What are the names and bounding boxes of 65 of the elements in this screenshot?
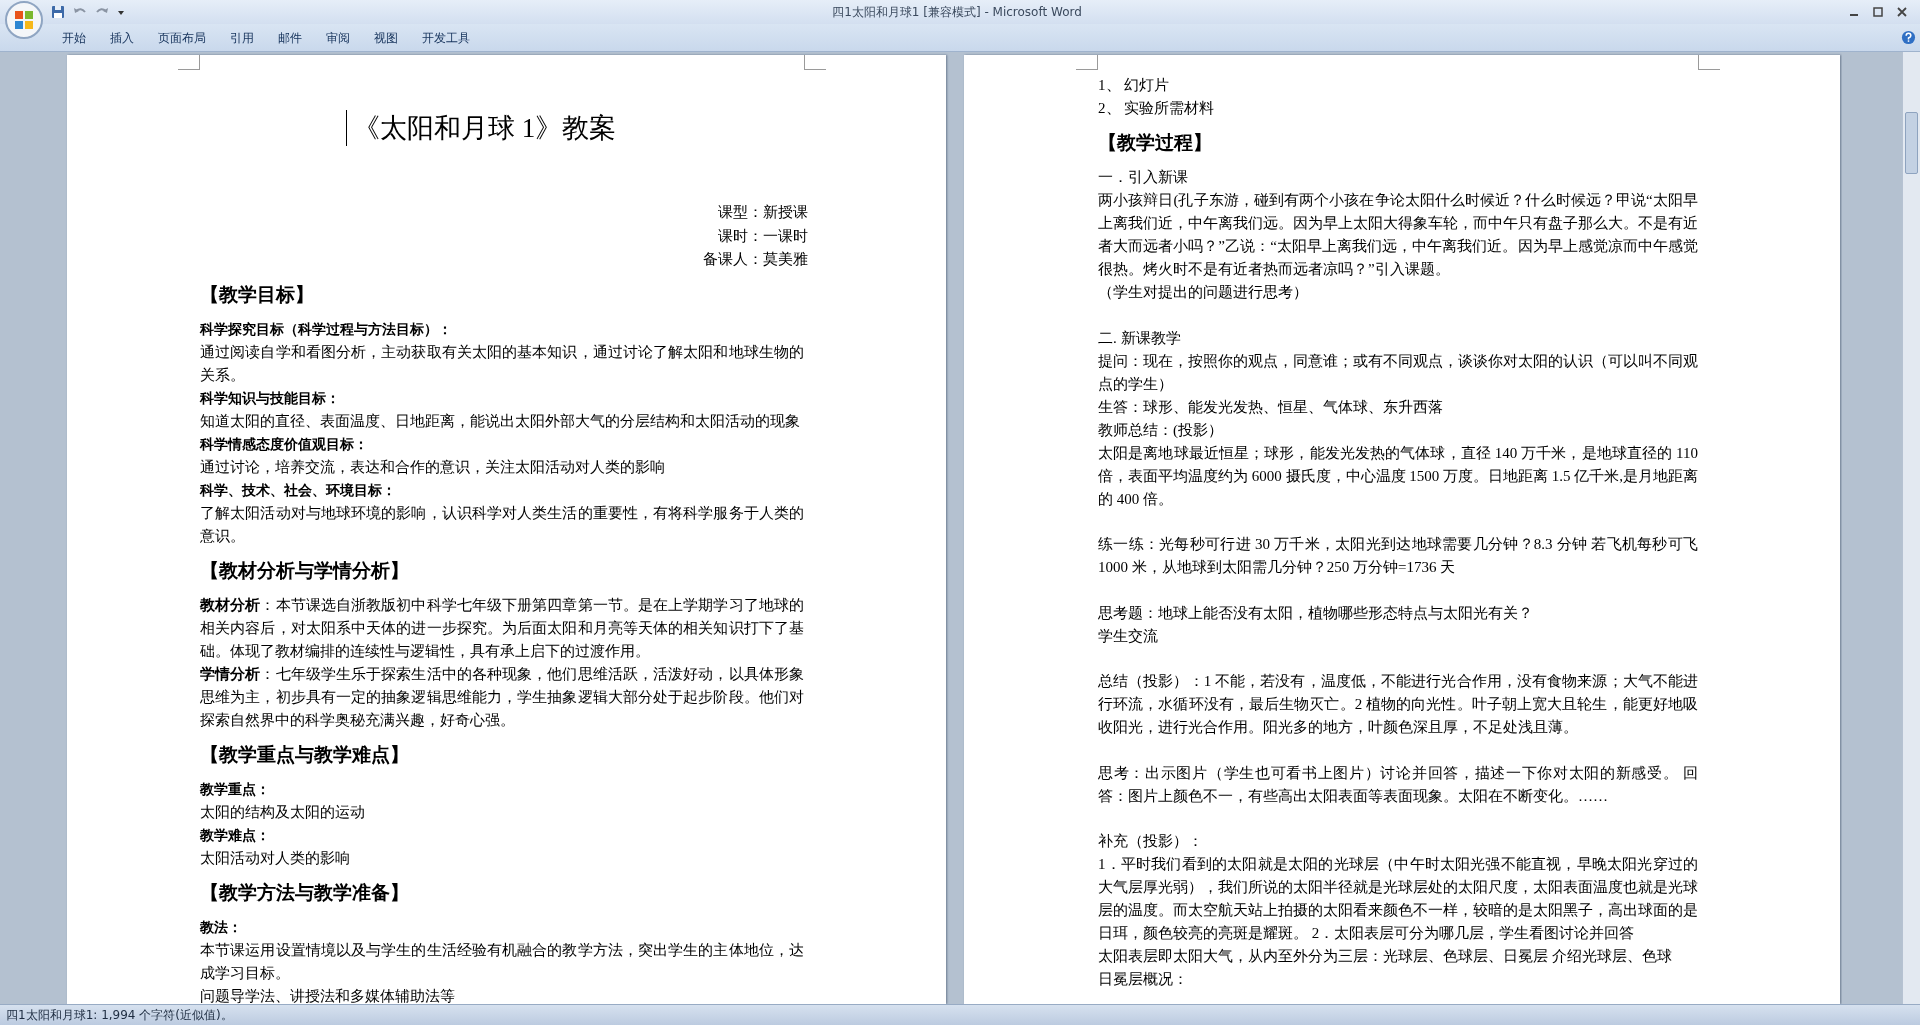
paragraph: 问题导学法、讲授法和多媒体辅助法等: [200, 986, 456, 1004]
paragraph: 两小孩辩日(孔子东游，碰到有两个小孩在争论太阳什么时候近？什么时候远？甲说“太阳早上离我们近，中午离我们远。因为早上太阳大得象车轮，而中午只有盘子那么大。不是有近者大而远者小吗？”乙说：“太阳早上离我们远，中午离我们近。因为早上感觉凉而中午感觉很热。烤火时不是有近者热而远者凉吗？”引入课题。: [1098, 191, 1698, 279]
crop-mark: [1076, 55, 1098, 70]
help-icon[interactable]: [1901, 30, 1916, 45]
section-heading: 【教学目标】: [200, 282, 315, 307]
section-heading: 【教学重点与教学难点】: [200, 742, 410, 767]
scrollbar[interactable]: [1902, 52, 1920, 1004]
meta-line: 备课人：莫美雅: [703, 250, 808, 269]
paragraph: 练一练：光每秒可行进 30 万千米，太阳光到达地球需要几分钟？8.3 分钟 若飞机每秒可飞 1000 米，从地球到太阳需几分钟？250 万分钟=1736 天: [1098, 535, 1698, 577]
ribbon-tab[interactable]: 开始: [50, 26, 98, 49]
subheading: 科学、技术、社会、环境目标：: [200, 481, 397, 500]
section-heading: 【教学过程】: [1098, 131, 1213, 155]
paragraph: 通过讨论，培养交流，表达和合作的意识，关注太阳活动对人类的影响: [200, 457, 666, 477]
save-icon[interactable]: [50, 4, 66, 20]
paragraph: 太阳活动对人类的影响: [200, 848, 351, 868]
crop-mark: [1698, 55, 1720, 70]
paragraph: 2、 实验所需材料: [1098, 99, 1216, 118]
paragraph: 知道太阳的直径、表面温度、日地距离，能说出太阳外部大气的分层结构和太阳活动的现象: [200, 411, 801, 431]
paragraph: 教师总结：(投影）: [1098, 420, 1224, 440]
subheading: 教学难点：: [200, 826, 271, 845]
paragraph: 思考题：地球上能否没有太阳，植物哪些形态特点与太阳光有关？: [1098, 603, 1534, 623]
scrollbar-thumb[interactable]: [1905, 112, 1918, 174]
paragraph: 二. 新课教学: [1098, 328, 1182, 348]
paragraph: 一．引入新课: [1098, 168, 1189, 187]
ribbon-tab[interactable]: 审阅: [314, 26, 362, 49]
subheading: 教学重点：: [200, 780, 271, 799]
subheading: 教法：: [200, 918, 243, 937]
paragraph: 学情分析：七年级学生乐于探索生活中的各种现象，他们思维活跃，活泼好动，以具体形象思维为主，初步具有一定的抽象逻辑思维能力，学生抽象逻辑大部分处于起步阶段。他们对探索自然界中的科学奥秘充满兴趣，好奇心强。: [200, 664, 804, 730]
paragraph: 日冕层概况：: [1098, 970, 1189, 989]
paragraph: 通过阅读自学和看图分析，主动获取有关太阳的基本知识，通过讨论了解太阳和地球生物的关系。: [200, 342, 804, 385]
window-title: 四1太阳和月球1 [兼容模式] - Microsoft Word: [832, 3, 1082, 21]
paragraph: 太阳的结构及太阳的运动: [200, 802, 366, 822]
subheading: 科学探究目标（科学过程与方法目标）：: [200, 320, 453, 339]
paragraph: 补充（投影）：: [1098, 832, 1204, 851]
subheading: 科学情感态度价值观目标：: [200, 435, 369, 454]
ribbon-tab[interactable]: 引用: [218, 26, 266, 49]
meta-line: 课时：一课时: [718, 226, 808, 246]
section-heading: 【教材分析与学情分析】: [200, 558, 410, 583]
paragraph: 1、 幻灯片: [1098, 76, 1171, 95]
text-cursor: [346, 110, 347, 146]
ribbon-tab[interactable]: 页面布局: [146, 26, 218, 49]
ribbon-tab[interactable]: 视图: [362, 26, 410, 49]
meta-line: 课型：新授课: [718, 203, 808, 222]
document-title: 《太阳和月球 1》教案: [353, 112, 617, 145]
paragraph: 本节课运用设置情境以及与学生的生活经验有机融合的教学方法，突出学生的主体地位，达成学习目标。: [200, 940, 804, 983]
paragraph: 太阳表层即太阳大气，从内至外分为三层：光球层、色球层、日冕层 介绍光球层、色球: [1098, 947, 1673, 966]
paragraph: 学生交流: [1098, 626, 1159, 646]
paragraph: 教材分析：本节课选自浙教版初中科学七年级下册第四章第一节。是在上学期学习了地球的相关内容后，对太阳系中天体的进一步探究。为后面太阳和月亮等天体的相关知识打下了基础。体现了教材编排的连续性与逻辑性，具有承上启下的过渡作用。: [200, 595, 804, 661]
crop-mark: [178, 55, 200, 70]
paragraph: （学生对提出的问题进行思考）: [1098, 283, 1309, 302]
status-text: 四1太阳和月球1: 1,994 个字符(近似值)。: [6, 1006, 233, 1024]
paragraph: 太阳是离地球最近恒星；球形，能发光发热的气体球，直径 140 万千米，是地球直径的 110 倍，表面平均温度约为 6000 摄氏度，中心温度 1500 万度。日地距离 1.5 亿千米,是月地距离的 400 倍。: [1098, 443, 1698, 509]
paragraph: 思考：出示图片（学生也可看书上图片）讨论并回答，描述一下你对太阳的新感受。 回答：图片上颜色不一，有些高出太阳表面等表面现象。太阳在不断变化。……: [1098, 763, 1698, 806]
section-heading: 【教学方法与教学准备】: [200, 880, 410, 905]
paragraph: 1．平时我们看到的太阳就是太阳的光球层（中午时太阳光强不能直视，早晚太阳光穿过的大气层厚光弱），我们所说的太阳半径就是光球层处的太阳尺度，太阳表面温度也就是光球层的温度。而太空航天站上拍摄的太阳看来颜色不一样，较暗的是太阳黑子，高出球面的是日珥，颜色较亮的亮斑是耀斑。 2．太阳表层可分为哪几层，学生看图讨论并回答: [1098, 855, 1698, 943]
paragraph: 提问：现在，按照你的观点，同意谁；或有不同观点，谈谈你对太阳的认识（可以叫不同观点的学生）: [1098, 351, 1698, 394]
subheading: 科学知识与技能目标：: [200, 389, 341, 408]
maximize-icon[interactable]: [1870, 4, 1886, 20]
ribbon-tab[interactable]: 开发工具: [410, 26, 482, 49]
crop-mark: [804, 55, 826, 70]
paragraph: 了解太阳活动对与地球环境的影响，认识科学对人类生活的重要性，有将科学服务于人类的意识。: [200, 503, 804, 546]
ribbon-tab[interactable]: 插入: [98, 26, 146, 49]
paragraph: 总结（投影）：1 不能，若没有，温度低，不能进行光合作用，没有食物来源；大气不能进行环流，水循环没有，最后生物灭亡。2 植物的向光性。叶子朝上宽大且轮生，能更好地吸收阳光，进行光合作用。阳光多的地方，叶颜色深且厚，不足处浅且薄。: [1098, 672, 1698, 737]
ribbon-tab[interactable]: 邮件: [266, 26, 314, 49]
paragraph: 生答：球形、能发光发热、恒星、气体球、东升西落: [1098, 397, 1444, 417]
